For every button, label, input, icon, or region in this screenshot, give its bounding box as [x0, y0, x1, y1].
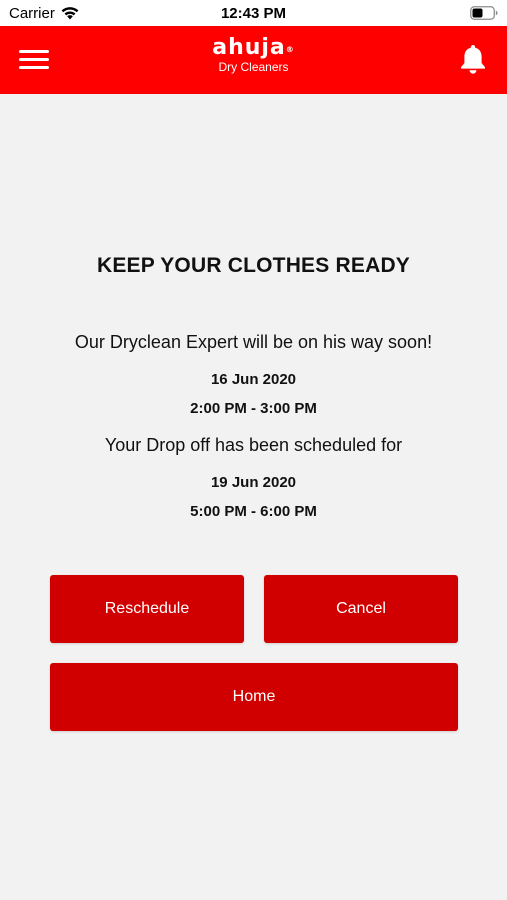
pickup-date: 16 Jun 2020 — [210, 371, 297, 388]
dropoff-message: Your Drop off has been scheduled for — [104, 435, 403, 455]
reschedule-button[interactable]: Reschedule — [50, 575, 244, 643]
pickup-time-slot: 2:00 PM - 3:00 PM — [190, 400, 317, 417]
app-header: ahuja® Dry Cleaners — [0, 26, 507, 94]
dropoff-date: 19 Jun 2020 — [210, 474, 297, 491]
page-title: KEEP YOUR CLOTHES READY — [96, 254, 411, 277]
bell-icon[interactable] — [459, 43, 487, 75]
dropoff-time-slot: 5:00 PM - 6:00 PM — [190, 503, 317, 520]
ahuja-logo: ahuja® Dry Cleaners — [190, 36, 317, 84]
hamburger-menu-icon[interactable] — [19, 47, 51, 73]
home-button[interactable]: Home — [50, 663, 458, 731]
status-bar: Carrier 12:43 PM — [0, 0, 507, 26]
status-time: 12:43 PM — [220, 5, 287, 22]
logo-wordmark: ahuja® — [212, 35, 295, 60]
battery-icon — [470, 6, 498, 20]
logo-subtitle: Dry Cleaners — [218, 60, 289, 74]
pickup-message: Our Dryclean Expert will be on his way s… — [74, 332, 433, 352]
cancel-button[interactable]: Cancel — [264, 575, 458, 643]
